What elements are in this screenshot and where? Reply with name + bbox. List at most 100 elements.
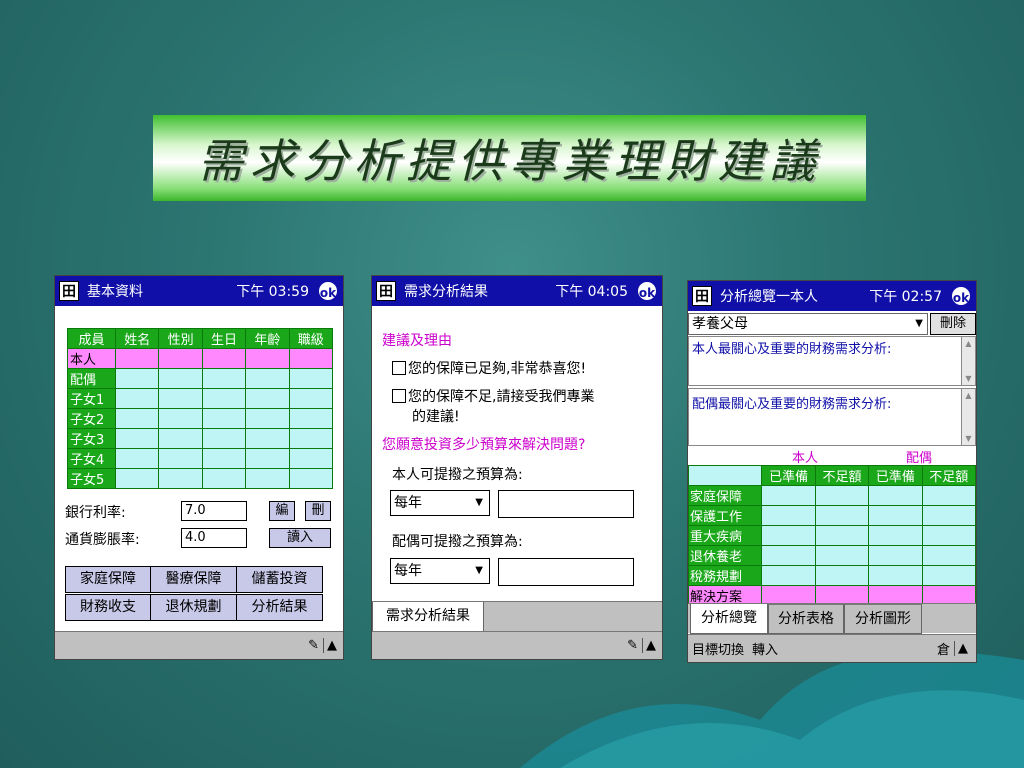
keyboard-icon[interactable]: 倉 [937,639,950,658]
scroll-up-icon[interactable]: ▲ [962,337,975,350]
cell[interactable] [158,468,203,489]
cell[interactable] [158,388,203,409]
spouse-period-select[interactable]: 每年 ▼ [390,558,490,584]
category-button[interactable]: 家庭保障 [65,566,151,593]
category-button[interactable]: 分析結果 [236,594,323,621]
table-row[interactable]: 本人 [67,348,334,369]
spouse-concern-box[interactable]: 配偶最關心及重要的財務需求分析: ▲ ▼ [688,388,976,446]
cell[interactable] [114,368,160,389]
cell[interactable] [814,545,870,566]
menu-import[interactable]: 轉入 [752,639,937,658]
category-button[interactable]: 醫療保障 [150,566,237,593]
table-row[interactable]: 保護工作 [688,505,976,526]
cell[interactable] [114,388,160,409]
cell[interactable] [921,525,976,546]
input-panel-toggle[interactable]: ▲ [954,641,968,656]
table-row[interactable]: 退休養老 [688,545,976,566]
ok-button[interactable]: ok [636,280,658,302]
scrollbar[interactable]: ▲ ▼ [961,389,975,445]
cell[interactable] [158,368,203,389]
menu-switch-goal[interactable]: 目標切換 [692,639,744,658]
tab-overview[interactable]: 分析總覽 [690,604,768,634]
table-row[interactable]: 子女3 [67,428,334,449]
table-row[interactable]: 子女4 [67,448,334,469]
self-budget-input[interactable] [498,490,634,518]
self-period-select[interactable]: 每年 ▼ [390,490,490,516]
cell[interactable] [868,545,923,566]
cell[interactable] [921,485,976,506]
cell[interactable] [245,408,290,429]
cell[interactable] [114,428,160,449]
cell[interactable] [868,565,923,586]
cell[interactable] [761,545,816,566]
cell[interactable] [868,485,923,506]
self-concern-box[interactable]: 本人最關心及重要的財務需求分析: ▲ ▼ [688,336,976,386]
edit-button[interactable]: 編 [269,501,295,521]
delete-button[interactable]: 刪除 [930,313,976,335]
cell[interactable] [288,368,334,389]
cell[interactable] [201,428,247,449]
tab-analysis-result[interactable]: 需求分析結果 [372,602,484,632]
cell[interactable] [114,468,160,489]
scroll-down-icon[interactable]: ▼ [962,432,975,445]
category-button[interactable]: 財務收支 [65,594,151,621]
cell[interactable] [245,388,290,409]
table-row[interactable]: 子女5 [67,468,334,489]
cell[interactable] [761,565,816,586]
bank-rate-input[interactable]: 7.0 [181,501,247,521]
cell[interactable] [868,505,923,526]
cell[interactable] [288,468,334,489]
goal-select[interactable]: 孝養父母 ▼ [688,313,928,335]
table-row[interactable]: 稅務規劃 [688,565,976,586]
ok-button[interactable]: ok [950,285,972,307]
cell[interactable] [288,388,334,409]
cell[interactable] [158,348,203,369]
cell[interactable] [288,348,334,369]
option-insufficient[interactable]: 您的保障不足,請接受我們專業 [392,386,594,406]
checkbox[interactable] [392,361,406,375]
cell[interactable] [201,448,247,469]
cell[interactable] [158,428,203,449]
windows-start-icon[interactable]: 田 [376,281,396,301]
cell[interactable] [114,448,160,469]
load-button[interactable]: 讀入 [269,528,331,548]
cell[interactable] [761,525,816,546]
pen-input-icon[interactable]: ✎ [308,638,319,653]
cell[interactable] [761,505,816,526]
cell[interactable] [245,368,290,389]
scrollbar[interactable]: ▲ ▼ [961,337,975,385]
tab-chart[interactable]: 分析圖形 [844,604,922,634]
windows-start-icon[interactable]: 田 [59,281,79,301]
input-panel-toggle[interactable]: ▲ [323,638,337,653]
ok-button[interactable]: ok [317,280,339,302]
delete-button[interactable]: 刪 [305,501,331,521]
option-sufficient[interactable]: 您的保障已足夠,非常恭喜您! [392,358,586,378]
cell[interactable] [114,408,160,429]
table-row[interactable]: 家庭保障 [688,485,976,506]
cell[interactable] [921,545,976,566]
cell[interactable] [114,348,160,369]
input-panel-toggle[interactable]: ▲ [642,638,656,653]
inflation-input[interactable]: 4.0 [181,528,247,548]
cell[interactable] [201,348,247,369]
cell[interactable] [245,348,290,369]
table-row[interactable]: 子女1 [67,388,334,409]
cell[interactable] [288,408,334,429]
cell[interactable] [245,468,290,489]
cell[interactable] [814,565,870,586]
scroll-down-icon[interactable]: ▼ [962,372,975,385]
cell[interactable] [921,565,976,586]
checkbox[interactable] [392,389,406,403]
table-row[interactable]: 重大疾病 [688,525,976,546]
table-row[interactable]: 配偶 [67,368,334,389]
category-button[interactable]: 儲蓄投資 [236,566,323,593]
cell[interactable] [201,408,247,429]
cell[interactable] [868,525,923,546]
pen-input-icon[interactable]: ✎ [627,638,638,653]
cell[interactable] [761,485,816,506]
windows-start-icon[interactable]: 田 [692,286,712,306]
cell[interactable] [814,505,870,526]
cell[interactable] [814,485,870,506]
cell[interactable] [201,468,247,489]
table-row[interactable]: 子女2 [67,408,334,429]
